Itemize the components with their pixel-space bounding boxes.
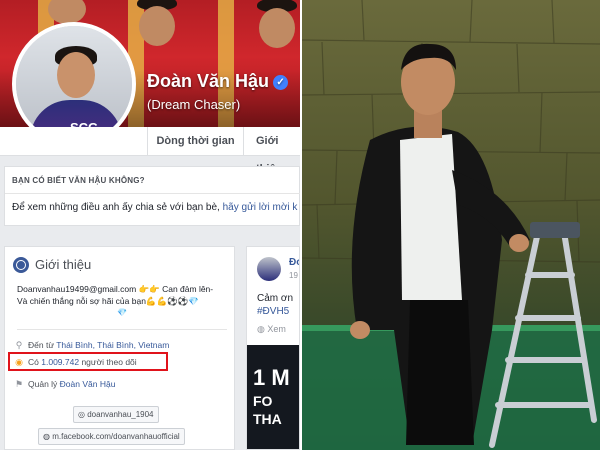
post-hashtag[interactable]: #ĐVH5 (257, 305, 293, 318)
verified-badge-icon: ✓ (273, 75, 289, 90)
rss-follow-icon: ◉ (15, 357, 23, 367)
website-chip[interactable]: ◍ m.facebook.com/doanvanhauofficial (38, 428, 185, 445)
know-profile-box: BẠN CÓ BIẾT VĂN HẬU KHÔNG? Để xem những … (4, 166, 300, 226)
bio-text: Doanvanhau19499@gmail.com 👉👉 Can đảm lên… (17, 283, 229, 319)
tab-timeline[interactable]: Dòng thời gian (147, 127, 244, 156)
followers-prefix: Có (28, 357, 39, 367)
location-pin-icon: ⚲ (15, 340, 23, 350)
globe-small-icon: ◍ (257, 324, 265, 334)
post-timestamp[interactable]: 19 (289, 271, 298, 280)
know-box-text: Để xem những điều anh ấy chia sẻ với bạn… (12, 202, 297, 213)
send-friend-request-link[interactable]: hãy gửi lời mời k (223, 202, 298, 213)
followers-row: ◉ Có 1.009.742 người theo dõi (13, 357, 137, 368)
portrait-illustration (302, 0, 600, 450)
flag-icon: ⚑ (14, 379, 24, 389)
player-face (139, 6, 175, 46)
intro-card: Giới thiệu Doanvanhau19499@gmail.com 👉👉 … (4, 246, 235, 450)
know-box-title: BẠN CÓ BIẾT VĂN HẬU KHÔNG? (12, 176, 145, 185)
profile-name-text: Đoàn Văn Hậu (147, 71, 270, 91)
followers-suffix: người theo dõi (81, 357, 137, 367)
profile-tabs: Dòng thời gian Giới thiệ (0, 127, 300, 175)
instagram-handle: doanvanhau_1904 (87, 410, 154, 419)
bio-line: 💎 (117, 308, 127, 317)
post-author-name[interactable]: Đo (289, 257, 299, 268)
see-more-label: Xem (267, 324, 286, 334)
know-box-message: Để xem những điều anh ấy chia sẻ với bạn… (12, 202, 220, 213)
hometown-prefix: Đến từ (28, 340, 55, 350)
divider (5, 193, 300, 194)
post-image-text: FO (253, 393, 273, 409)
portrait-photo (302, 0, 600, 450)
instagram-chip[interactable]: ◎ doanvanhau_1904 (73, 406, 159, 423)
player-face (259, 8, 295, 48)
ladder-top (530, 222, 580, 238)
hometown-row: ⚲ Đến từ Thái Bình, Thái Bình, Vietnam (13, 340, 170, 351)
post-line: Cảm ơn (257, 293, 294, 304)
bio-line: Và chiến thắng nỗi sợ hãi của bạn💪💪⚽⚽💎 (17, 296, 199, 306)
profile-name[interactable]: Đoàn Văn Hậu ✓ (147, 71, 289, 92)
post-image[interactable]: 1 M FO THA (247, 345, 299, 449)
managed-prefix: Quản lý (28, 379, 58, 389)
managed-by-row: ⚑ Quản lý Đoàn Văn Hậu (13, 379, 115, 390)
followers-count-link[interactable]: 1.009.742 (41, 357, 79, 367)
hometown-link[interactable]: Thái Bình, Thái Bình, Vietnam (56, 340, 169, 350)
bio-line: Doanvanhau19499@gmail.com 👉👉 Can đảm lên… (17, 284, 214, 294)
managed-by-link[interactable]: Đoàn Văn Hậu (60, 379, 116, 389)
post-image-text: 1 M (253, 365, 290, 390)
instagram-icon: ◎ (78, 410, 85, 419)
globe-icon (13, 257, 29, 273)
facebook-profile-screenshot: SCG Đoàn Văn Hậu✓ (Dream Chaser) Dòng th… (0, 0, 300, 450)
post-text: Cảm ơn #ĐVH5 (257, 292, 293, 318)
profile-nickname: (Dream Chaser) (147, 97, 241, 112)
post-author-avatar[interactable] (257, 257, 281, 281)
intro-title: Giới thiệu (35, 257, 92, 272)
globe-small-icon: ◍ (43, 432, 50, 441)
tab-about[interactable]: Giới thiệ (256, 127, 300, 175)
player-face (48, 0, 86, 24)
post-see-more[interactable]: ◍ Xem (257, 324, 286, 335)
divider (17, 329, 227, 330)
post-image-text: THA (253, 411, 282, 427)
timeline-post: Đo 19 Cảm ơn #ĐVH5 ◍ Xem 1 M FO THA (246, 246, 300, 450)
avatar-face (57, 52, 95, 98)
facebook-url: m.facebook.com/doanvanhauofficial (52, 432, 180, 441)
